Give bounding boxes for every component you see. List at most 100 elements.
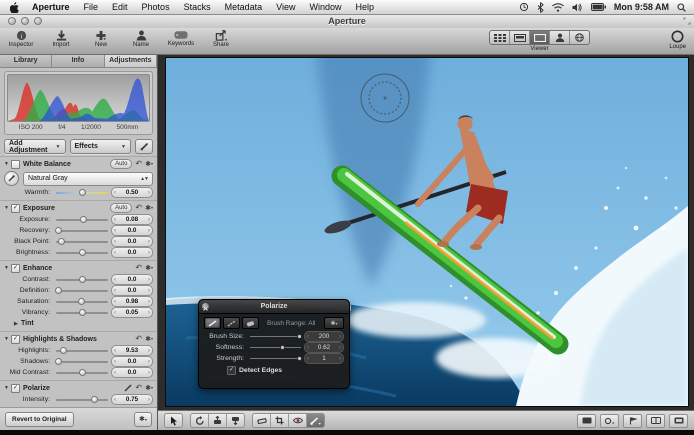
menu-aperture[interactable]: Aperture bbox=[25, 0, 77, 14]
exposure-stepper[interactable]: ‹0.08› bbox=[111, 214, 153, 225]
gear-icon[interactable]: ✱▾ bbox=[145, 160, 153, 169]
add-adjustment-dropdown[interactable]: Add Adjustment▼ bbox=[4, 139, 66, 154]
menu-clock[interactable]: Mon 9:58 AM bbox=[614, 2, 669, 12]
brush-size-stepper[interactable]: ‹200› bbox=[304, 331, 344, 342]
mid-contrast-stepper[interactable]: ‹0.0› bbox=[111, 367, 153, 378]
highlights-slider[interactable] bbox=[56, 350, 108, 352]
eraser-tool[interactable] bbox=[242, 317, 259, 329]
quick-brush-tool[interactable] bbox=[307, 414, 324, 427]
gear-icon[interactable]: ✱▾ bbox=[145, 335, 153, 344]
split-view-button[interactable] bbox=[510, 31, 530, 44]
tint-disclosure[interactable]: ▶ Tint bbox=[0, 318, 157, 329]
menu-metadata[interactable]: Metadata bbox=[218, 0, 270, 14]
menu-view[interactable]: View bbox=[269, 0, 302, 14]
reset-icon[interactable]: ↶ bbox=[135, 160, 142, 168]
brightness-slider[interactable] bbox=[56, 252, 108, 254]
disclosure-triangle[interactable]: ▼ bbox=[4, 161, 11, 167]
rotate-tool[interactable] bbox=[191, 414, 209, 427]
effects-dropdown[interactable]: Effects▼ bbox=[70, 139, 132, 154]
menu-window[interactable]: Window bbox=[302, 0, 348, 14]
menu-edit[interactable]: Edit bbox=[105, 0, 135, 14]
volume-icon[interactable] bbox=[572, 3, 583, 12]
gear-icon[interactable]: ✱▾ bbox=[145, 264, 153, 273]
reset-icon[interactable]: ↶ bbox=[135, 264, 142, 272]
polarize-checkbox[interactable]: ✓ bbox=[11, 384, 20, 393]
tab-library[interactable]: Library bbox=[0, 54, 52, 67]
apple-menu[interactable] bbox=[0, 2, 25, 13]
stamp-tool[interactable] bbox=[227, 414, 244, 427]
brush-in-tool[interactable] bbox=[204, 317, 221, 329]
straighten-tool[interactable] bbox=[253, 414, 271, 427]
definition-stepper[interactable]: ‹0.0› bbox=[111, 285, 153, 296]
red-eye-tool[interactable] bbox=[289, 414, 307, 427]
strength-slider[interactable] bbox=[250, 358, 301, 359]
spotlight-icon[interactable] bbox=[677, 3, 686, 12]
recovery-stepper[interactable]: ‹0.0› bbox=[111, 225, 153, 236]
menu-stacks[interactable]: Stacks bbox=[177, 0, 218, 14]
secondary-display-button[interactable] bbox=[669, 414, 688, 428]
mid-contrast-slider[interactable] bbox=[56, 372, 108, 374]
eyedropper-button[interactable] bbox=[4, 171, 19, 186]
new-button[interactable]: New bbox=[86, 29, 116, 48]
faces-view-button[interactable] bbox=[550, 31, 570, 44]
auto-button[interactable]: Auto bbox=[110, 159, 132, 169]
disclosure-triangle[interactable]: ▼ bbox=[4, 265, 11, 271]
time-machine-icon[interactable] bbox=[519, 2, 529, 12]
gear-icon[interactable]: ✱▾ bbox=[134, 412, 152, 427]
crop-tool[interactable] bbox=[271, 414, 289, 427]
places-view-button[interactable] bbox=[570, 31, 589, 44]
contrast-slider[interactable] bbox=[56, 279, 108, 281]
brush-tool-button[interactable] bbox=[135, 139, 153, 154]
auto-button[interactable]: Auto bbox=[110, 203, 132, 213]
close-icon[interactable]: ✕ bbox=[202, 303, 209, 310]
warmth-slider[interactable] bbox=[56, 192, 108, 194]
disclosure-triangle[interactable]: ▼ bbox=[4, 385, 11, 391]
hud-gear-button[interactable]: ✱▾ bbox=[324, 317, 344, 329]
name-button[interactable]: Name bbox=[126, 29, 156, 48]
strength-stepper[interactable]: ‹1› bbox=[304, 353, 344, 364]
disclosure-triangle[interactable]: ▼ bbox=[4, 205, 11, 211]
brush-range-label[interactable]: Brush Range: All bbox=[267, 320, 315, 327]
gear-icon[interactable]: ✱▾ bbox=[145, 384, 153, 393]
keywords-button[interactable]: Keywords bbox=[166, 29, 196, 48]
menu-help[interactable]: Help bbox=[349, 0, 382, 14]
inspector-button[interactable]: i Inspector bbox=[6, 29, 36, 48]
gear-icon[interactable]: ✱▾ bbox=[145, 204, 153, 213]
brush-size-slider[interactable] bbox=[250, 336, 301, 337]
softness-slider[interactable] bbox=[250, 347, 301, 348]
menu-file[interactable]: File bbox=[77, 0, 106, 14]
black-point-stepper[interactable]: ‹0.0› bbox=[111, 236, 153, 247]
exposure-slider[interactable] bbox=[56, 219, 108, 221]
shadows-slider[interactable] bbox=[56, 361, 108, 363]
intensity-slider[interactable] bbox=[56, 399, 108, 401]
highlights-shadows-checkbox[interactable]: ✓ bbox=[11, 335, 20, 344]
vibrancy-slider[interactable] bbox=[56, 312, 108, 314]
fullscreen-icon[interactable] bbox=[683, 17, 691, 25]
wifi-icon[interactable] bbox=[552, 3, 564, 12]
feather-tool[interactable] bbox=[223, 317, 240, 329]
intensity-stepper[interactable]: ‹0.75› bbox=[111, 394, 153, 405]
flag-button[interactable] bbox=[623, 414, 642, 428]
zoom-navigator-button[interactable] bbox=[600, 414, 619, 428]
disclosure-triangle[interactable]: ▼ bbox=[4, 336, 11, 342]
enhance-checkbox[interactable]: ✓ bbox=[11, 264, 20, 273]
highlights-stepper[interactable]: ‹9.53› bbox=[111, 345, 153, 356]
saturation-slider[interactable] bbox=[56, 301, 108, 303]
selection-tool[interactable] bbox=[165, 414, 182, 427]
share-button[interactable]: Share bbox=[206, 29, 236, 48]
vibrancy-stepper[interactable]: ‹0.05› bbox=[111, 307, 153, 318]
softness-stepper[interactable]: ‹0.62› bbox=[304, 342, 344, 353]
viewer-view-button[interactable] bbox=[530, 31, 550, 44]
bluetooth-icon[interactable] bbox=[537, 2, 544, 13]
detect-edges-checkbox[interactable]: ✓ bbox=[227, 366, 236, 375]
contrast-stepper[interactable]: ‹0.0› bbox=[111, 274, 153, 285]
import-button[interactable]: Import bbox=[46, 29, 76, 48]
warmth-stepper[interactable]: ‹0.50› bbox=[111, 187, 153, 198]
menu-photos[interactable]: Photos bbox=[135, 0, 177, 14]
loupe-button[interactable]: Loupe bbox=[669, 30, 686, 50]
battery-icon[interactable] bbox=[591, 3, 606, 11]
exposure-checkbox[interactable]: ✓ bbox=[11, 204, 20, 213]
reset-icon[interactable]: ↶ bbox=[135, 204, 142, 212]
tab-adjustments[interactable]: Adjustments bbox=[105, 54, 157, 67]
split-view-button[interactable] bbox=[646, 414, 665, 428]
